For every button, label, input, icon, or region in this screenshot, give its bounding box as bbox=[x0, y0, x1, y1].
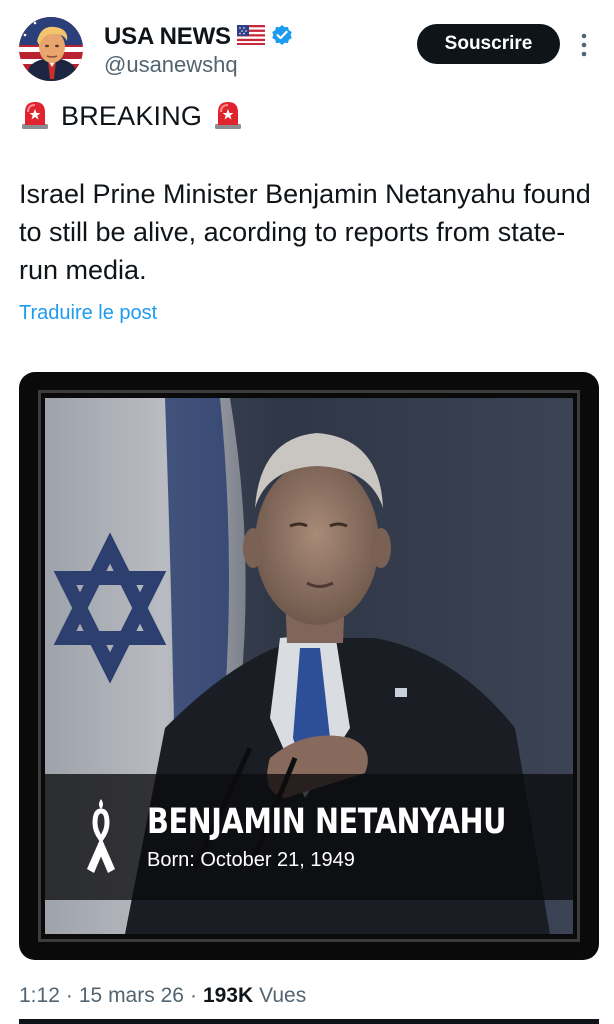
more-vertical-icon[interactable] bbox=[576, 30, 592, 60]
us-flag-icon bbox=[236, 24, 265, 50]
tweet-date[interactable]: 15 mars 26 bbox=[79, 984, 184, 1008]
author-name-row[interactable]: USA NEWS bbox=[104, 22, 293, 52]
tweet-time[interactable]: 1:12 bbox=[19, 984, 60, 1008]
breaking-label: BREAKING bbox=[61, 100, 203, 131]
tweet-media[interactable]: BENJAMIN NETANYAHU Born: October 21, 194… bbox=[19, 372, 599, 960]
author-name[interactable]: USA NEWS bbox=[104, 23, 231, 51]
meta-separator: · bbox=[65, 984, 73, 1007]
views-count[interactable]: 193K bbox=[203, 984, 253, 1008]
awareness-ribbon-icon bbox=[81, 797, 121, 877]
rotating-light-icon bbox=[212, 98, 244, 135]
views-label: Vues bbox=[259, 984, 307, 1007]
author-handle[interactable]: @usanewshq bbox=[104, 52, 238, 78]
subscribe-button[interactable]: Souscrire bbox=[417, 24, 560, 64]
breaking-line: BREAKING bbox=[19, 97, 244, 135]
caption-name: BENJAMIN NETANYAHU bbox=[147, 802, 507, 842]
caption-born-date: Born: October 21, 1949 bbox=[147, 849, 355, 871]
translate-post-link[interactable]: Traduire le post bbox=[19, 302, 157, 325]
bottom-divider bbox=[19, 1019, 599, 1024]
verified-badge-icon bbox=[271, 24, 293, 51]
meta-separator: · bbox=[189, 984, 197, 1007]
avatar[interactable] bbox=[19, 17, 83, 81]
tweet-meta: 1:12 · 15 mars 26 · 193K Vues bbox=[19, 984, 306, 1008]
tweet-header: USA NEWS @usanewshq Souscrire bbox=[0, 0, 614, 95]
rotating-light-icon bbox=[19, 98, 51, 135]
tweet-text: Israel Prine Minister Benjamin Netanyahu… bbox=[19, 179, 591, 285]
